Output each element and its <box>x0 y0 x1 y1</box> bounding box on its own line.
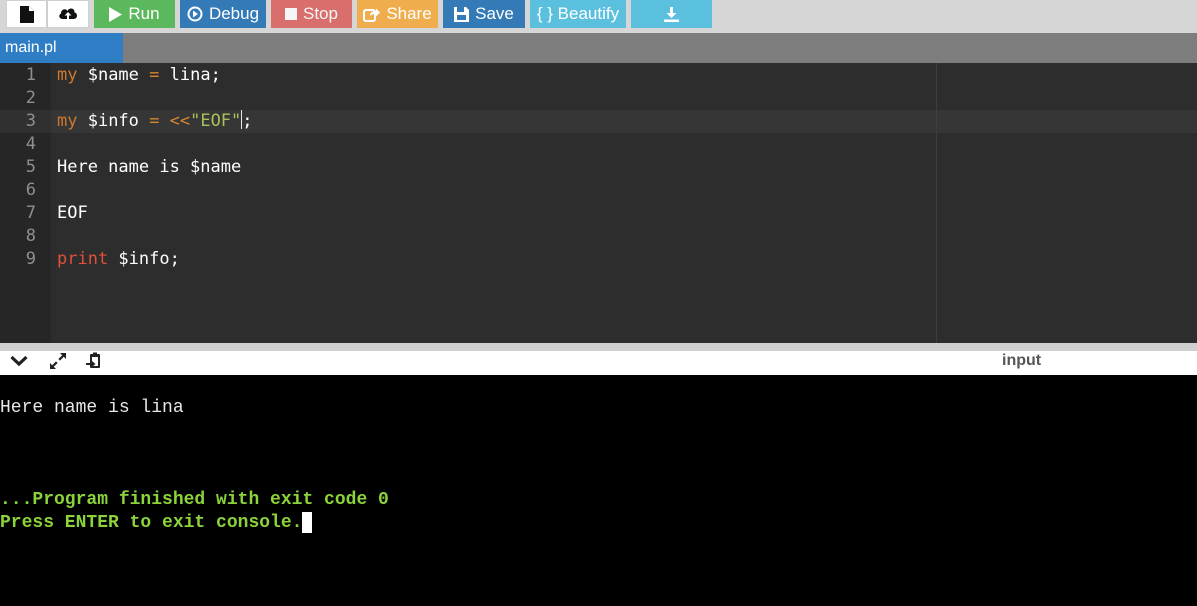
stop-button[interactable]: Stop <box>271 0 352 28</box>
code-line-3: my $info = <<"EOF"; <box>57 110 253 133</box>
line-number: 7 <box>25 203 36 223</box>
code-token: ; <box>242 111 253 131</box>
line-number: 9 <box>25 249 36 269</box>
console-exit-prompt-line: Press ENTER to exit console. <box>0 512 313 535</box>
main-toolbar: Run Debug Stop Share Save {} Beautify <box>0 0 1197 33</box>
code-editor[interactable]: 1 2 3 4 5 6 7 8 9 my $name = lina; my $i… <box>0 63 1197 343</box>
code-line-9: print $info; <box>57 248 180 271</box>
string-token: "EOF" <box>190 111 242 131</box>
console-exit-prompt: Press ENTER to exit console. <box>0 513 303 533</box>
chevron-down-icon <box>10 354 28 372</box>
input-tab-label[interactable]: input <box>1002 351 1041 371</box>
save-label: Save <box>475 4 514 23</box>
file-tab-bar: main.pl <box>0 33 1197 63</box>
console-output-line: Here name is lina <box>0 398 184 418</box>
console-exit-status: ...Program finished with exit code 0 <box>0 490 389 510</box>
clipboard-icon <box>86 352 104 375</box>
share-label: Share <box>386 4 432 23</box>
output-toolbar: input <box>0 351 1197 375</box>
keyword-token: my <box>57 111 78 131</box>
expand-output-button[interactable] <box>48 352 68 375</box>
line-number: 2 <box>25 88 36 108</box>
keyword-token: print <box>57 249 109 269</box>
code-line-1: my $name = lina; <box>57 64 221 87</box>
share-icon <box>363 7 381 22</box>
code-line-5: Here name is $name <box>57 157 242 177</box>
upload-button[interactable] <box>47 0 89 28</box>
operator-token: = << <box>149 111 191 131</box>
debug-circle-icon <box>187 6 203 22</box>
stop-square-icon <box>285 8 297 20</box>
beautify-label: { } Beautify <box>536 4 620 23</box>
line-number: 3 <box>25 111 36 131</box>
run-label: Run <box>128 4 160 23</box>
panel-splitter[interactable] <box>0 343 1197 351</box>
line-number: 8 <box>25 226 36 246</box>
code-token: $name <box>77 65 150 85</box>
download-icon <box>664 6 679 22</box>
download-button[interactable] <box>631 0 712 28</box>
play-icon <box>109 6 123 22</box>
keyword-token: my <box>57 65 78 85</box>
code-token: $info <box>77 111 150 131</box>
stop-label: Stop <box>303 4 338 23</box>
new-file-button[interactable] <box>6 0 47 28</box>
save-button[interactable]: Save <box>443 0 525 28</box>
debug-button[interactable]: Debug <box>180 0 266 28</box>
operator-token: = <box>149 65 160 85</box>
print-margin <box>936 63 937 343</box>
share-button[interactable]: Share <box>357 0 438 28</box>
code-line-7: EOF <box>57 203 88 223</box>
cloud-upload-icon <box>58 6 78 22</box>
beautify-button[interactable]: { } Beautify <box>530 0 626 28</box>
expand-arrows-icon <box>49 352 67 375</box>
debug-label: Debug <box>208 4 260 23</box>
code-token: lina; <box>159 65 221 85</box>
collapse-output-button[interactable] <box>9 354 29 372</box>
output-console[interactable]: Here name is lina ...Program finished wi… <box>0 375 1197 606</box>
line-number: 4 <box>25 134 36 154</box>
new-file-icon <box>19 5 34 23</box>
floppy-disk-icon <box>454 6 470 22</box>
online-ide: Run Debug Stop Share Save {} Beautify m… <box>0 0 1197 606</box>
run-button[interactable]: Run <box>94 0 175 28</box>
console-cursor <box>302 512 313 533</box>
line-number: 6 <box>25 180 36 200</box>
line-number: 1 <box>25 65 36 85</box>
line-number: 5 <box>25 157 36 177</box>
paste-input-button[interactable] <box>85 352 105 375</box>
tab-main-pl[interactable]: main.pl <box>0 33 123 63</box>
code-token: $info; <box>108 249 180 269</box>
